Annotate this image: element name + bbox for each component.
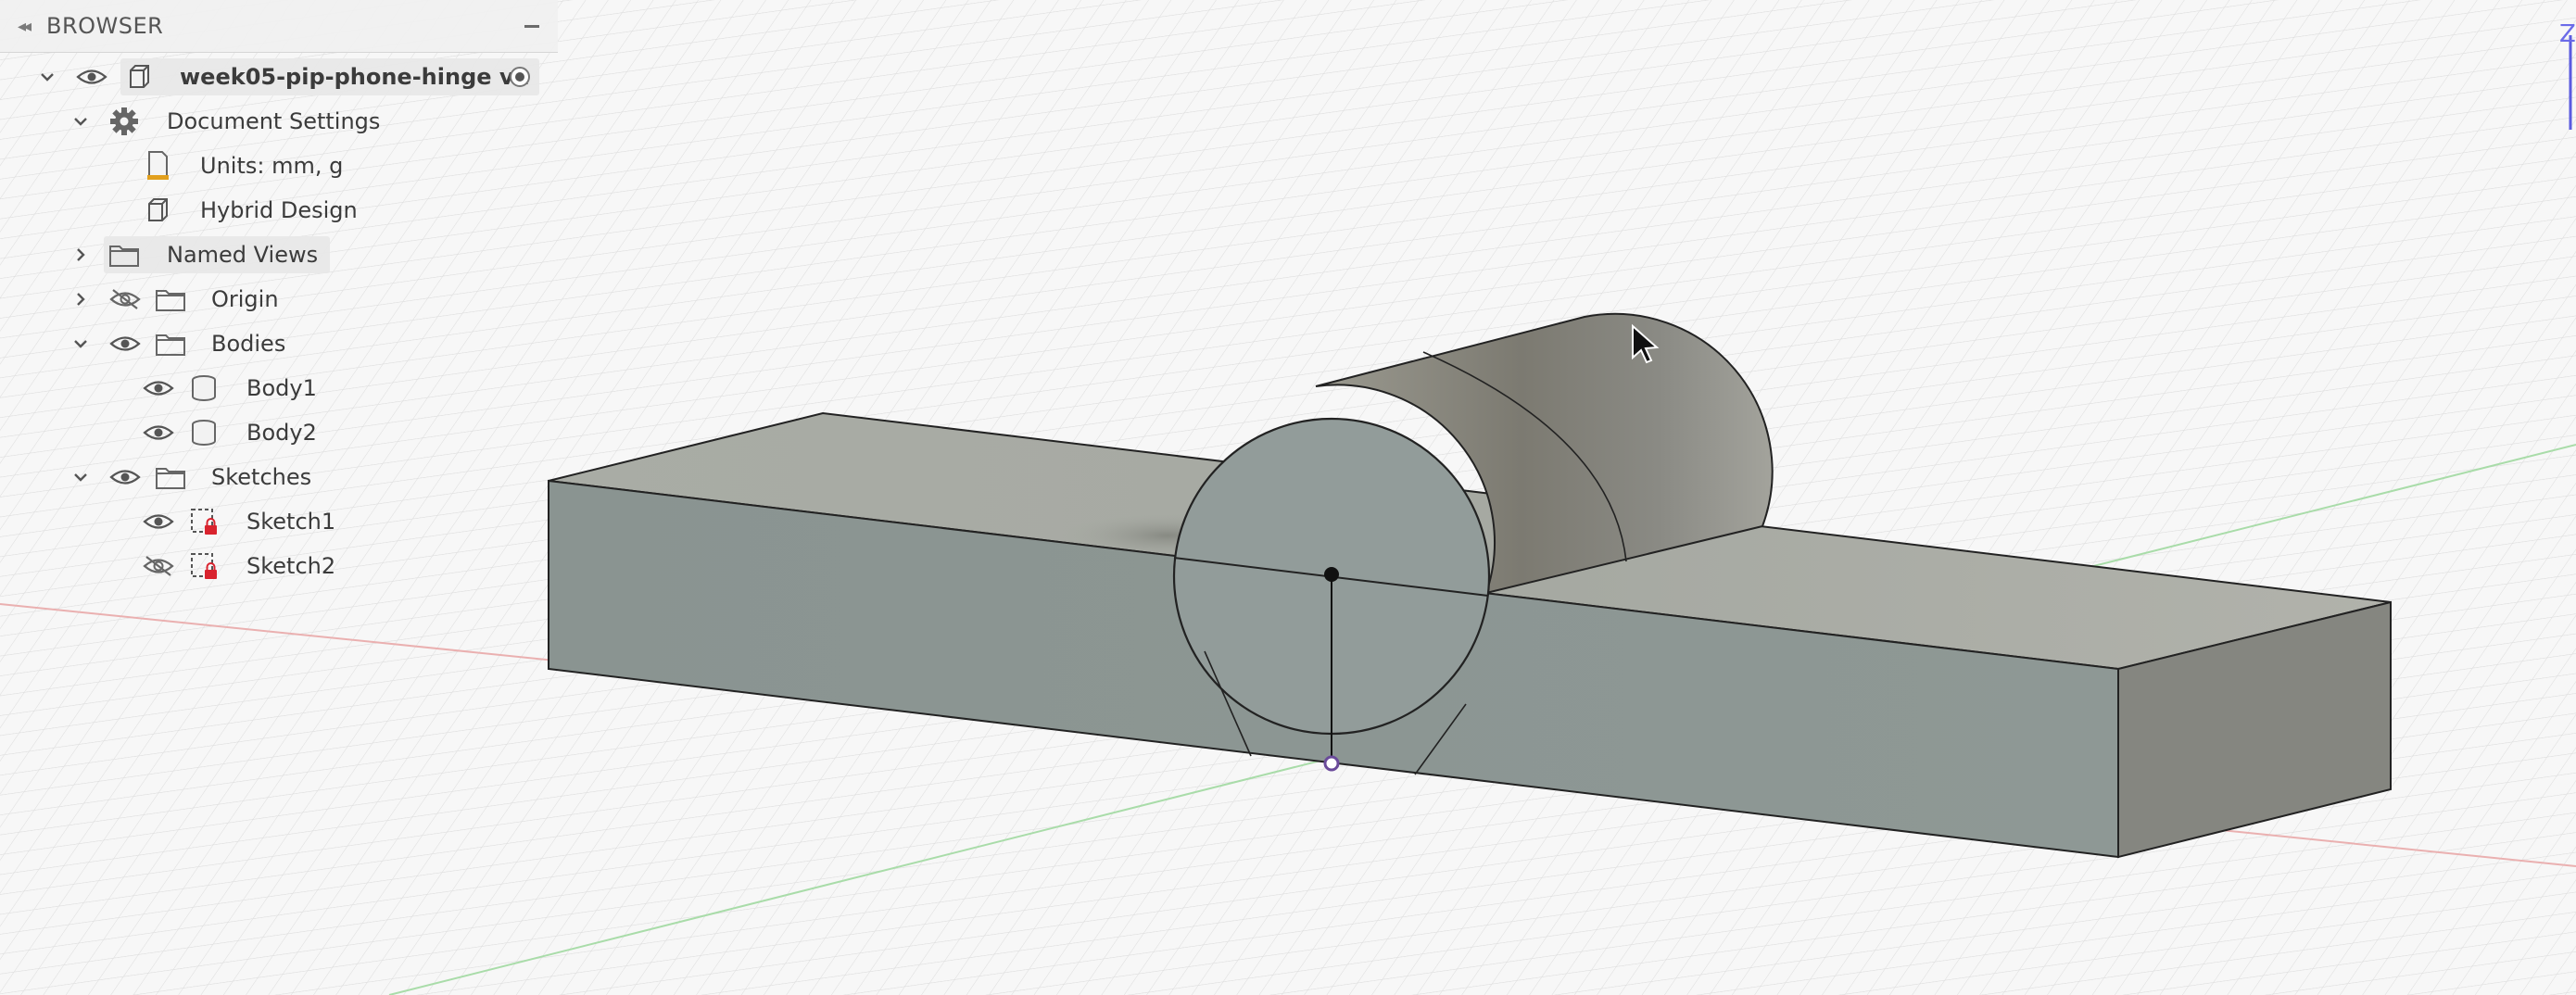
tree-root-row[interactable]: week05-pip-phone-hinge v1 — [0, 55, 575, 99]
tree-sketch-row[interactable]: Sketch1 — [0, 499, 575, 544]
viewcube-z-label[interactable]: Z — [2559, 20, 2576, 48]
body-label[interactable]: Body2 — [246, 410, 317, 455]
chevron-down-icon[interactable] — [67, 463, 95, 491]
units-label[interactable]: Units: mm, g — [200, 144, 343, 188]
chevron-down-icon[interactable] — [67, 330, 95, 358]
chevron-down-icon[interactable] — [33, 63, 61, 91]
chevron-right-icon[interactable] — [67, 241, 95, 269]
eye-icon[interactable] — [143, 422, 174, 444]
browser-header: ◂◂ BROWSER — [0, 0, 558, 53]
named-views-label[interactable]: Named Views — [167, 233, 318, 277]
units-document-icon — [147, 151, 169, 180]
eye-icon[interactable] — [109, 466, 141, 488]
chevron-down-icon[interactable] — [67, 107, 95, 135]
component-icon — [130, 65, 149, 88]
bodies-label[interactable]: Bodies — [211, 321, 285, 366]
folder-icon — [156, 334, 185, 356]
sketch-center-point[interactable] — [1324, 567, 1339, 582]
double-chevron-left-icon[interactable]: ◂◂ — [0, 0, 46, 52]
browser-panel: ◂◂ BROWSER week05-pip-phone-hinge v1 Doc… — [0, 0, 575, 602]
sketch-locked-icon — [191, 553, 217, 579]
tree-named-views-row[interactable]: Named Views — [0, 233, 575, 277]
sketch-label[interactable]: Sketch2 — [246, 544, 335, 588]
eye-hidden-icon[interactable] — [143, 555, 174, 577]
folder-icon — [156, 290, 185, 311]
tree-origin-row[interactable]: Origin — [0, 277, 575, 321]
body-icon — [192, 375, 216, 401]
eye-icon[interactable] — [76, 66, 107, 88]
sketch-locked-icon — [191, 509, 217, 535]
eye-icon[interactable] — [143, 510, 174, 533]
body-label[interactable]: Body1 — [246, 366, 317, 410]
sketches-label[interactable]: Sketches — [211, 455, 311, 499]
tree-bodies-row[interactable]: Bodies — [0, 321, 575, 366]
tree-units-row[interactable]: Units: mm, g — [0, 144, 575, 188]
tree-body-row[interactable]: Body1 — [0, 366, 575, 410]
sketch-end-point[interactable] — [1323, 755, 1340, 772]
eye-hidden-icon[interactable] — [109, 288, 141, 310]
design-type-label[interactable]: Hybrid Design — [200, 188, 358, 233]
gear-icon — [110, 107, 138, 135]
browser-title: BROWSER — [46, 13, 164, 39]
design-cube-icon — [148, 198, 168, 221]
tree-body-row[interactable]: Body2 — [0, 410, 575, 455]
body-icon — [192, 420, 216, 446]
chevron-right-icon[interactable] — [67, 285, 95, 313]
folder-icon — [109, 246, 139, 267]
origin-label[interactable]: Origin — [211, 277, 279, 321]
tree-sketch-row[interactable]: Sketch2 — [0, 544, 575, 588]
eye-icon[interactable] — [109, 333, 141, 355]
sketch-label[interactable]: Sketch1 — [246, 499, 335, 544]
document-settings-label[interactable]: Document Settings — [167, 99, 380, 144]
tree-sketches-row[interactable]: Sketches — [0, 455, 575, 499]
tree-document-settings-row[interactable]: Document Settings — [0, 99, 575, 144]
minimize-icon[interactable] — [519, 13, 545, 39]
eye-icon[interactable] — [143, 377, 174, 399]
folder-icon — [156, 468, 185, 489]
activate-radio-icon[interactable] — [508, 65, 532, 89]
root-component-label[interactable]: week05-pip-phone-hinge v1 — [180, 55, 529, 99]
tree-design-type-row[interactable]: Hybrid Design — [0, 188, 575, 233]
